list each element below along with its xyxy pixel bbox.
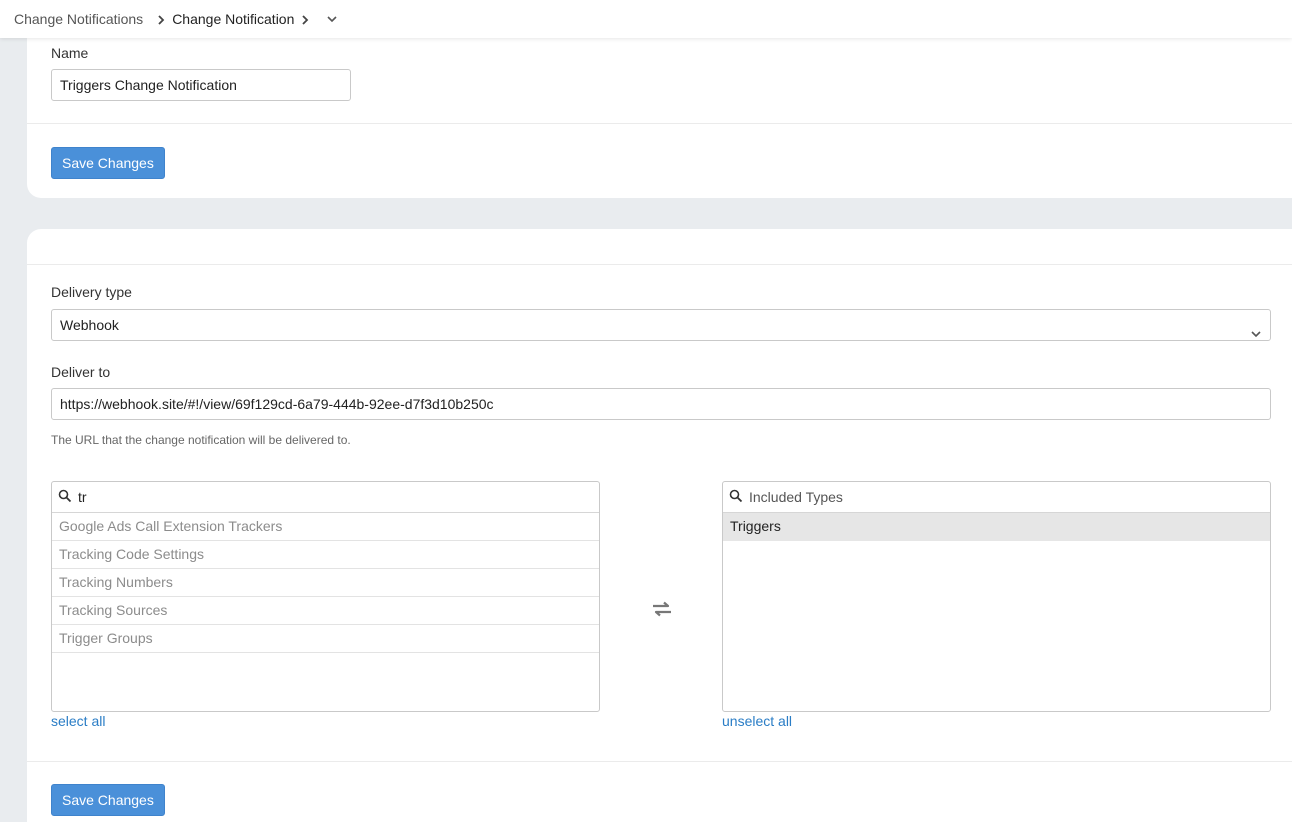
name-label: Name (51, 45, 89, 61)
list-item[interactable]: Tracking Sources (52, 597, 599, 625)
included-types-search[interactable]: Included Types (723, 482, 1270, 513)
list-item[interactable]: Triggers (723, 513, 1270, 541)
list-item[interactable]: Tracking Numbers (52, 569, 599, 597)
unselect-all-link[interactable]: unselect all (722, 713, 792, 729)
chevron-down-icon[interactable] (326, 14, 338, 24)
delivery-type-label: Delivery type (51, 284, 132, 300)
deliver-to-label: Deliver to (51, 364, 111, 380)
save-button[interactable]: Save Changes (51, 784, 165, 816)
select-all-link[interactable]: select all (51, 713, 105, 729)
save-button[interactable]: Save Changes (51, 147, 165, 179)
breadcrumb-item-change-notification[interactable]: Change Notification (172, 11, 294, 27)
breadcrumb: Change Notifications Change Notification (0, 0, 1292, 38)
name-input[interactable]: Triggers Change Notification (51, 69, 351, 101)
delivery-type-value: Webhook (60, 317, 119, 333)
list-item[interactable]: Tracking Code Settings (52, 541, 599, 569)
available-types-list: tr Google Ads Call Extension Trackers Tr… (51, 481, 600, 712)
deliver-to-input[interactable]: https://webhook.site/#!/view/69f129cd-6a… (51, 388, 1271, 420)
divider (27, 264, 1292, 265)
delivery-type-select[interactable]: Webhook (51, 309, 1271, 341)
search-icon (729, 489, 749, 506)
left-gutter (0, 0, 27, 822)
included-types-list: Included Types Triggers (722, 481, 1271, 712)
chevron-right-icon (296, 11, 314, 27)
divider (27, 761, 1292, 762)
name-card: Name Triggers Change Notification Save C… (27, 30, 1292, 198)
deliver-to-help-text: The URL that the change notification wil… (51, 433, 351, 447)
list-item[interactable]: Google Ads Call Extension Trackers (52, 513, 599, 541)
chevron-down-icon (1250, 319, 1262, 349)
list-item[interactable]: Trigger Groups (52, 625, 599, 653)
delivery-card: Delivery type Webhook Deliver to https:/… (27, 229, 1292, 822)
search-icon (58, 489, 78, 506)
included-types-search-placeholder: Included Types (749, 489, 843, 505)
available-types-search[interactable]: tr (52, 482, 599, 513)
breadcrumb-item-change-notifications[interactable]: Change Notifications (14, 11, 143, 27)
available-types-search-value: tr (78, 489, 87, 505)
divider (27, 123, 1292, 124)
swap-arrows-icon[interactable] (651, 601, 673, 620)
chevron-right-icon (152, 11, 170, 27)
